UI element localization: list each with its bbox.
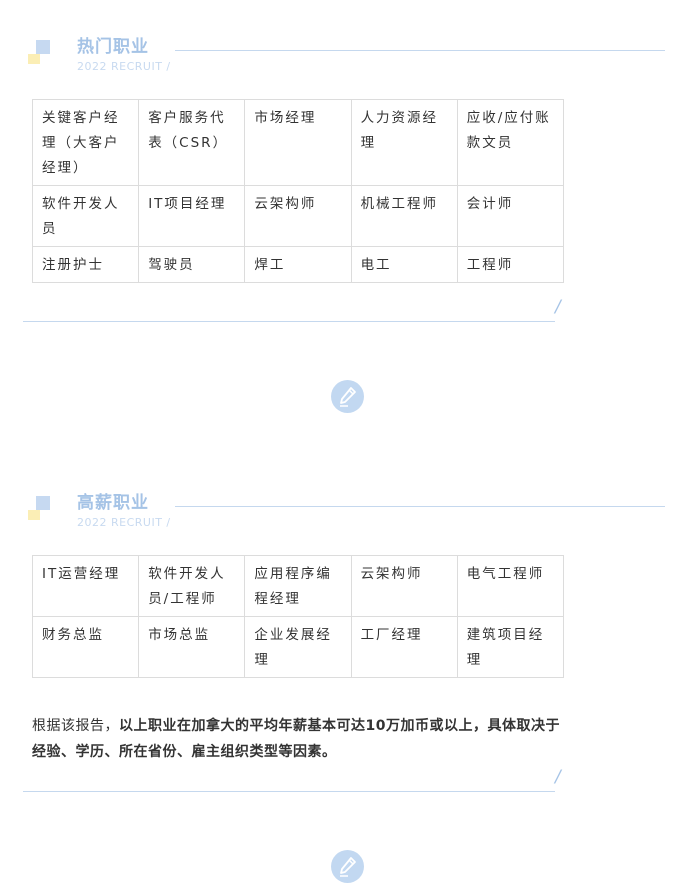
table-cell: 工程师 [456, 246, 565, 283]
table-cell: 软件开发人员 [31, 185, 140, 247]
section-header-high-salary: 高薪职业 2022 RECRUIT / [0, 486, 689, 536]
pen-icon [331, 850, 364, 883]
section-title: 高薪职业 [77, 493, 149, 513]
table-cell: 云架构师 [244, 185, 352, 247]
table-cell: 财务总监 [31, 616, 140, 678]
table-cell: 机械工程师 [350, 185, 458, 247]
section-subtitle: 2022 RECRUIT / [77, 60, 171, 73]
table-cell: 工厂经理 [350, 616, 458, 678]
table-cell: 应收/应付账款文员 [456, 99, 565, 186]
decor-square-blue [36, 40, 50, 54]
table-cell: 注册护士 [31, 246, 140, 283]
table-cell: 市场经理 [244, 99, 352, 186]
table-cell: 客户服务代表（CSR） [138, 99, 246, 186]
decor-square-yellow [28, 54, 40, 64]
header-rule [175, 506, 665, 507]
table-row: 注册护士 驾驶员 焊工 电工 工程师 [31, 246, 565, 283]
table-cell: 电工 [350, 246, 458, 283]
hot-jobs-table: 关键客户经理（大客户经理） 客户服务代表（CSR） 市场经理 人力资源经理 应收… [31, 99, 565, 283]
table-cell: 会计师 [456, 185, 565, 247]
section-title: 热门职业 [77, 37, 149, 57]
section-end-rule [23, 321, 555, 322]
section-end-rule [23, 791, 555, 792]
decor-square-blue [36, 496, 50, 510]
table-row: 财务总监 市场总监 企业发展经理 工厂经理 建筑项目经理 [31, 616, 565, 678]
section-subtitle: 2022 RECRUIT / [77, 516, 171, 529]
high-salary-table: IT运营经理 软件开发人员/工程师 应用程序编程经理 云架构师 电气工程师 财务… [31, 555, 565, 678]
header-rule [175, 50, 665, 51]
section-header-hot-jobs: 热门职业 2022 RECRUIT / [0, 30, 689, 80]
table-cell: 软件开发人员/工程师 [138, 555, 246, 617]
table-cell: 企业发展经理 [244, 616, 352, 678]
table-cell: 关键客户经理（大客户经理） [31, 99, 140, 186]
table-cell: 市场总监 [138, 616, 246, 678]
table-cell: 应用程序编程经理 [244, 555, 352, 617]
end-slash-mark: / [555, 767, 561, 787]
table-cell: 焊工 [244, 246, 352, 283]
pen-icon [331, 380, 364, 413]
table-cell: IT项目经理 [138, 185, 246, 247]
table-cell: 人力资源经理 [350, 99, 458, 186]
table-cell: 云架构师 [350, 555, 458, 617]
end-slash-mark: / [555, 297, 561, 317]
table-cell: IT运营经理 [31, 555, 140, 617]
table-cell: 电气工程师 [456, 555, 565, 617]
table-row: 关键客户经理（大客户经理） 客户服务代表（CSR） 市场经理 人力资源经理 应收… [31, 99, 565, 186]
table-cell: 驾驶员 [138, 246, 246, 283]
note-prefix: 根据该报告， [32, 718, 119, 734]
table-cell: 建筑项目经理 [456, 616, 565, 678]
table-row: 软件开发人员 IT项目经理 云架构师 机械工程师 会计师 [31, 185, 565, 247]
salary-note: 根据该报告，以上职业在加拿大的平均年薪基本可达10万加币或以上，具体取决于经验、… [32, 713, 572, 765]
table-row: IT运营经理 软件开发人员/工程师 应用程序编程经理 云架构师 电气工程师 [31, 555, 565, 617]
decor-square-yellow [28, 510, 40, 520]
